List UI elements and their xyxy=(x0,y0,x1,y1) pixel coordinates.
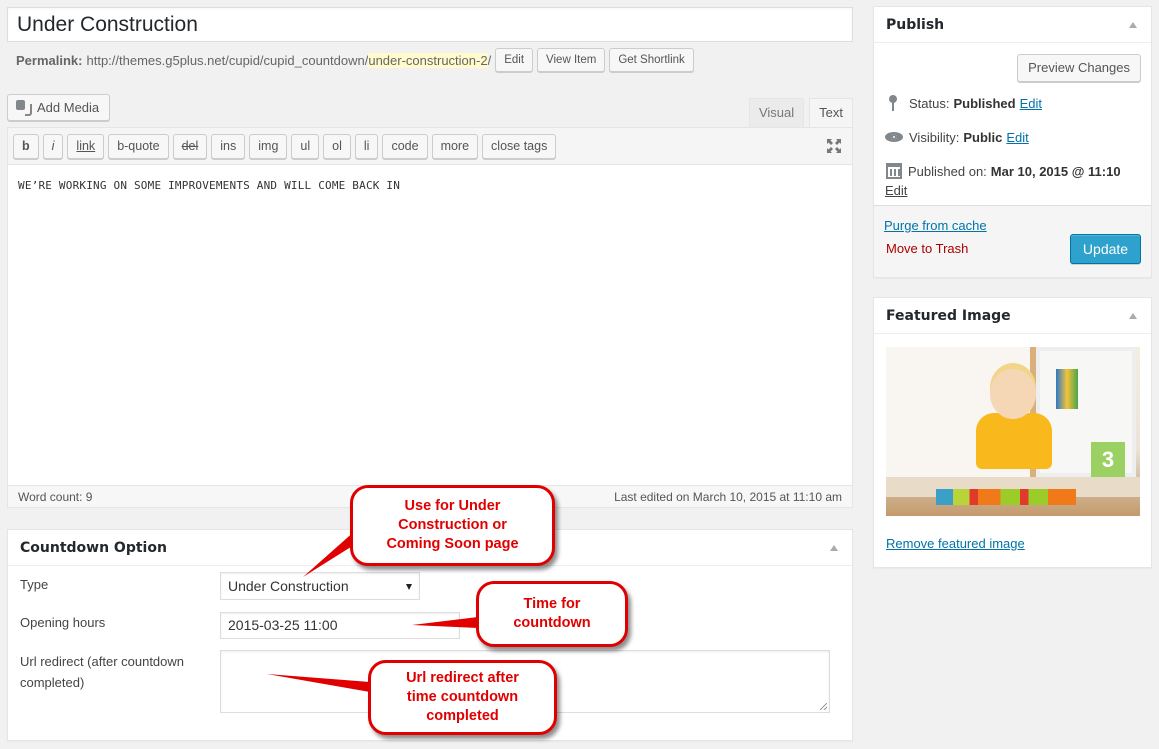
editor-textarea[interactable]: WE’RE WORKING ON SOME IMPROVEMENTS AND W… xyxy=(8,165,852,485)
status-value: Published xyxy=(953,95,1016,111)
redirect-callout-line: Url redirect after xyxy=(406,670,519,686)
qt-more-button[interactable]: more xyxy=(431,133,479,159)
type-label: Type xyxy=(20,577,49,592)
image-number-block: 3 xyxy=(1091,442,1125,477)
edit-permalink-button[interactable]: Edit xyxy=(495,48,534,72)
tab-text[interactable]: Text xyxy=(809,98,853,127)
permalink-row: Permalink: http://themes.g5plus.net/cupi… xyxy=(16,48,694,72)
time-callout-line: Time for xyxy=(523,596,581,612)
collapse-arrow-icon[interactable] xyxy=(1129,22,1137,28)
editor-tabs: Visual Text xyxy=(744,98,853,127)
image-books xyxy=(1056,369,1078,409)
publish-box: Publish Preview Changes Status: Publishe… xyxy=(873,6,1152,278)
type-callout-line: Use for Under xyxy=(404,498,501,514)
preview-changes-button[interactable]: Preview Changes xyxy=(1017,54,1141,82)
type-select-value: Under Construction xyxy=(228,578,349,594)
time-callout: Time for countdown xyxy=(476,581,628,647)
last-edited: Last edited on March 10, 2015 at 11:10 a… xyxy=(614,489,842,504)
type-callout-line: Construction or xyxy=(398,517,507,533)
qt-img-button[interactable]: img xyxy=(249,133,288,159)
add-media-label: Add Media xyxy=(37,100,100,115)
calendar-icon xyxy=(886,163,902,179)
permalink-trailing: / xyxy=(487,52,492,68)
image-child-shirt xyxy=(976,413,1052,469)
qt-del-button[interactable]: del xyxy=(172,133,208,159)
status-row: Status: Published Edit xyxy=(885,95,1042,111)
edit-visibility-link[interactable]: Edit xyxy=(1006,130,1028,145)
qt-code-button[interactable]: code xyxy=(382,133,428,159)
published-on-row: Published on: Mar 10, 2015 @ 11:10 xyxy=(885,163,1125,179)
opening-hours-label: Opening hours xyxy=(20,615,106,630)
pin-icon xyxy=(885,95,903,111)
update-button[interactable]: Update xyxy=(1070,234,1141,264)
published-on-label: Published on: xyxy=(908,163,987,179)
qt-blockquote-button[interactable]: b-quote xyxy=(108,133,169,159)
permalink-slug[interactable]: under-construction-2 xyxy=(368,52,488,68)
move-to-trash-link[interactable]: Move to Trash xyxy=(886,241,968,256)
get-shortlink-button[interactable]: Get Shortlink xyxy=(609,48,694,72)
countdown-option-heading: Countdown Option xyxy=(20,540,167,556)
publish-box-title[interactable]: Publish xyxy=(874,7,1151,43)
resize-handle[interactable] xyxy=(820,703,827,710)
qt-ins-button[interactable]: ins xyxy=(211,133,246,159)
permalink-base: http://themes.g5plus.net/cupid/cupid_cou… xyxy=(86,52,369,68)
image-blocks xyxy=(936,489,1076,505)
opening-hours-input[interactable]: 2015-03-25 11:00 xyxy=(220,612,460,639)
featured-image-box: Featured Image 3 Remove featured image xyxy=(873,297,1152,568)
editor: b i link b-quote del ins img ul ol li co… xyxy=(7,127,853,508)
add-media-button[interactable]: Add Media xyxy=(7,94,110,121)
media-icon xyxy=(15,99,32,116)
fullscreen-icon[interactable] xyxy=(826,138,842,154)
type-select[interactable]: Under Construction xyxy=(220,572,420,600)
status-label: Status: xyxy=(909,95,950,111)
qt-ul-button[interactable]: ul xyxy=(291,133,320,159)
qt-bold-button[interactable]: b xyxy=(13,133,39,159)
publish-heading: Publish xyxy=(886,17,945,33)
collapse-arrow-icon[interactable] xyxy=(830,545,838,551)
purge-cache-link[interactable]: Purge from cache xyxy=(884,218,987,233)
visibility-value: Public xyxy=(963,129,1003,145)
permalink-label: Permalink: xyxy=(16,52,83,68)
url-redirect-label-line1: Url redirect (after countdown xyxy=(20,654,185,669)
type-callout: Use for Under Construction or Coming Soo… xyxy=(350,485,555,566)
redirect-callout-line: time countdown xyxy=(406,689,519,705)
edit-date-link[interactable]: Edit xyxy=(885,183,907,198)
featured-image-title[interactable]: Featured Image xyxy=(874,298,1151,334)
post-title-input[interactable]: Under Construction xyxy=(7,7,853,42)
qt-link-button[interactable]: link xyxy=(67,133,105,159)
collapse-arrow-icon[interactable] xyxy=(1129,313,1137,319)
quicktags-toolbar: b i link b-quote del ins img ul ol li co… xyxy=(8,128,852,165)
tab-visual[interactable]: Visual xyxy=(748,98,805,127)
published-on-value: Mar 10, 2015 @ 11:10 xyxy=(990,163,1121,179)
qt-italic-button[interactable]: i xyxy=(42,133,64,159)
image-child-head xyxy=(990,369,1036,419)
visibility-row: Visibility: Public Edit xyxy=(885,129,1029,145)
featured-image-heading: Featured Image xyxy=(886,308,1011,324)
redirect-callout-line: completed xyxy=(426,708,499,724)
eye-icon xyxy=(885,129,903,145)
view-item-button[interactable]: View Item xyxy=(537,48,606,72)
visibility-label: Visibility: xyxy=(909,129,960,145)
publish-actions: Purge from cache Move to Trash Update xyxy=(874,205,1151,277)
time-callout-line: countdown xyxy=(513,615,591,631)
edit-status-link[interactable]: Edit xyxy=(1020,96,1042,111)
remove-featured-image-link[interactable]: Remove featured image xyxy=(886,536,1025,551)
dropdown-arrow-icon xyxy=(406,584,412,590)
word-count: Word count: 9 xyxy=(18,489,93,504)
qt-close-tags-button[interactable]: close tags xyxy=(482,133,557,159)
featured-image-thumbnail[interactable]: 3 xyxy=(886,347,1140,516)
qt-li-button[interactable]: li xyxy=(354,133,379,159)
type-callout-line: Coming Soon page xyxy=(386,536,519,552)
url-redirect-label-line2: completed) xyxy=(20,675,85,690)
qt-ol-button[interactable]: ol xyxy=(323,133,351,159)
redirect-callout: Url redirect after time countdown comple… xyxy=(368,660,557,735)
